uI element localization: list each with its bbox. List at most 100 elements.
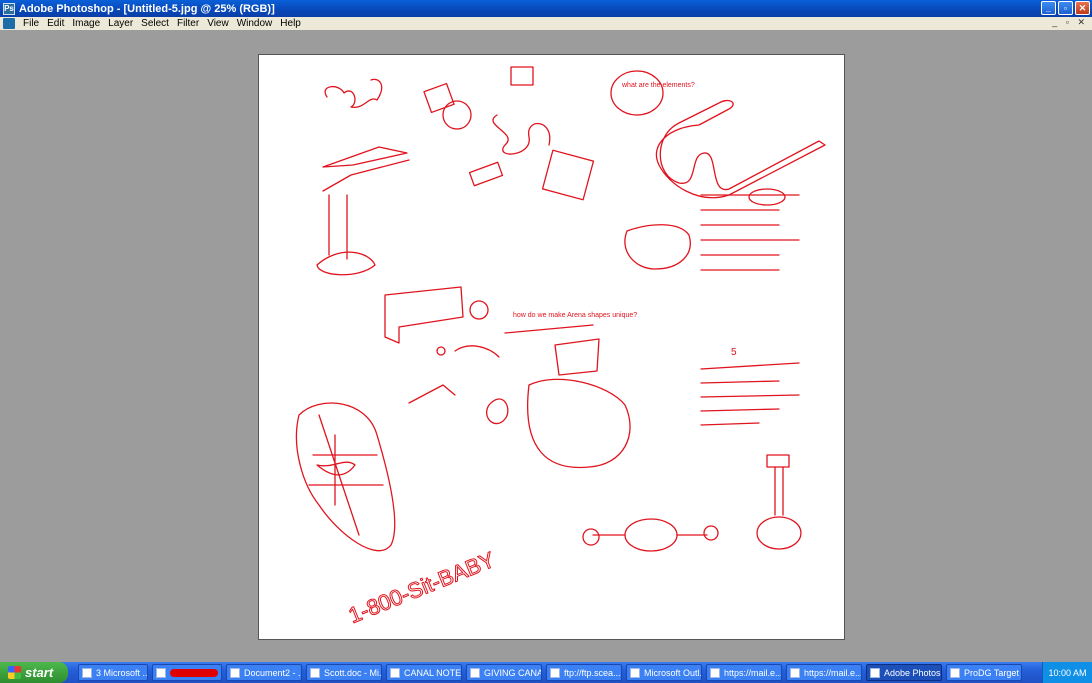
task-label: CANAL NOTE... <box>404 667 462 678</box>
clock[interactable]: 10:00 AM <box>1048 668 1086 678</box>
sketch-block <box>423 82 455 114</box>
taskbar-button-mail-2[interactable]: https://mail.e... <box>786 664 862 681</box>
word-icon <box>390 667 400 678</box>
task-label: GIVING CANA... <box>484 667 541 678</box>
close-button[interactable]: ✕ <box>1075 1 1090 15</box>
sketch-box <box>510 66 534 86</box>
sketch-mask <box>295 402 396 552</box>
sketch-base <box>756 516 802 550</box>
taskbar-button-photoshop[interactable]: Adobe Photos... <box>866 664 942 681</box>
sketch-arena <box>624 224 691 270</box>
sketch-worm <box>492 114 551 155</box>
photoshop-icon <box>870 667 880 678</box>
task-label: Microsoft Outl... <box>644 667 702 678</box>
task-label: Document2 - ... <box>244 667 302 678</box>
word-icon <box>230 667 240 678</box>
taskbar-button-document2[interactable]: Document2 - ... <box>226 664 302 681</box>
outlook-icon <box>630 667 640 678</box>
document-canvas[interactable]: what are the elements? how do we make Ar… <box>258 54 845 640</box>
taskbar-button-outlook[interactable]: Microsoft Outl... <box>626 664 702 681</box>
sketch-gadget <box>384 286 464 344</box>
browser-icon <box>790 667 800 678</box>
taskbar-button-redacted[interactable] <box>152 664 222 681</box>
excel-icon <box>82 667 92 678</box>
sketch-oval <box>748 188 786 206</box>
menu-bar: File Edit Image Layer Select Filter View… <box>0 17 1092 30</box>
browser-icon <box>710 667 720 678</box>
document-window-controls[interactable]: _ ▫ ✕ <box>1052 17 1088 28</box>
taskbar-button-mail-1[interactable]: https://mail.e... <box>706 664 782 681</box>
windows-taskbar: start 3 Microsoft ... Document2 - ... Sc… <box>0 662 1092 683</box>
window-title-bar: Ps Adobe Photoshop - [Untitled-5.jpg @ 2… <box>0 0 1092 17</box>
sketch-drawing: what are the elements? how do we make Ar… <box>295 66 826 629</box>
note-five: 5 <box>731 347 737 358</box>
word-icon <box>156 667 166 678</box>
menu-select[interactable]: Select <box>137 18 173 29</box>
sketch-eye <box>316 461 356 476</box>
task-label: Adobe Photos... <box>884 667 942 678</box>
taskbar-button-giving-canal[interactable]: GIVING CANA... <box>466 664 542 681</box>
sketch-sign <box>766 454 790 468</box>
redacted-label <box>170 668 218 677</box>
sketch-spiral <box>469 300 489 320</box>
window-title: Adobe Photoshop - [Untitled-5.jpg @ 25% … <box>19 2 275 15</box>
task-label: 3 Microsoft ... <box>96 667 148 678</box>
sketch-phone-text: 1-800-Sit-BABY <box>345 547 499 628</box>
minimize-button[interactable]: _ <box>1041 1 1056 15</box>
sketch-machine <box>541 149 595 201</box>
sketch-list-lines-2 <box>700 362 800 426</box>
sketch-squiggle <box>324 78 383 109</box>
taskbar-button-scott-doc[interactable]: Scott.doc - Mi... <box>306 664 382 681</box>
ftp-icon <box>550 667 560 678</box>
sketch-bubble <box>610 70 664 116</box>
sketch-line <box>322 159 410 192</box>
taskbar-button-excel[interactable]: 3 Microsoft ... <box>78 664 148 681</box>
taskbar-button-prodg[interactable]: ProDG Target ... <box>946 664 1022 681</box>
sketch-dot <box>436 346 446 356</box>
sketch-arena-big <box>527 378 631 469</box>
taskbar-button-canal-note[interactable]: CANAL NOTE... <box>386 664 462 681</box>
menu-layer[interactable]: Layer <box>104 18 137 29</box>
sketch-list-lines <box>700 194 800 271</box>
photoshop-workspace: what are the elements? how do we make Ar… <box>0 30 1092 662</box>
note-arena-shapes: how do we make Arena shapes unique? <box>513 312 637 319</box>
word-icon <box>310 667 320 678</box>
sketch-underline <box>504 324 594 334</box>
window-controls: _ ▫ ✕ <box>1041 1 1090 15</box>
menu-file[interactable]: File <box>19 18 43 29</box>
menu-edit[interactable]: Edit <box>43 18 68 29</box>
menu-window[interactable]: Window <box>233 18 277 29</box>
task-label: ftp://ftp.scea... <box>564 667 621 678</box>
task-label: ProDG Target ... <box>964 667 1021 678</box>
task-label: Scott.doc - Mi... <box>324 667 382 678</box>
task-label: https://mail.e... <box>804 667 862 678</box>
menu-image[interactable]: Image <box>68 18 104 29</box>
menu-view[interactable]: View <box>203 18 233 29</box>
maximize-button[interactable]: ▫ <box>1058 1 1073 15</box>
sketch-track <box>655 99 826 199</box>
photoshop-icon: Ps <box>3 2 15 15</box>
menu-help[interactable]: Help <box>276 18 305 29</box>
prodg-icon <box>950 667 960 678</box>
start-button[interactable]: start <box>0 662 68 683</box>
menu-filter[interactable]: Filter <box>173 18 203 29</box>
sketch-arrow <box>408 384 456 404</box>
sketch-container <box>554 338 600 376</box>
sketch-dumbbell-end-2 <box>703 525 719 541</box>
sketch-figure <box>316 194 376 276</box>
sketch-stick <box>774 466 784 516</box>
sketch-circle <box>442 100 472 130</box>
system-tray: 10:00 AM <box>1042 662 1092 683</box>
photoshop-menu-icon[interactable] <box>3 18 15 29</box>
sketch-link <box>454 345 500 358</box>
note-elements: what are the elements? <box>621 82 695 89</box>
word-icon <box>470 667 480 678</box>
windows-logo-icon <box>8 666 21 679</box>
sketch-dumbbell-center <box>624 518 678 552</box>
start-label: start <box>25 665 54 680</box>
taskbar-button-ftp[interactable]: ftp://ftp.scea... <box>546 664 622 681</box>
sketch-web-lines <box>308 414 384 536</box>
sketch-car <box>468 161 504 187</box>
sketch-dumbbell-end <box>582 528 600 546</box>
sketch-maze <box>486 398 509 425</box>
